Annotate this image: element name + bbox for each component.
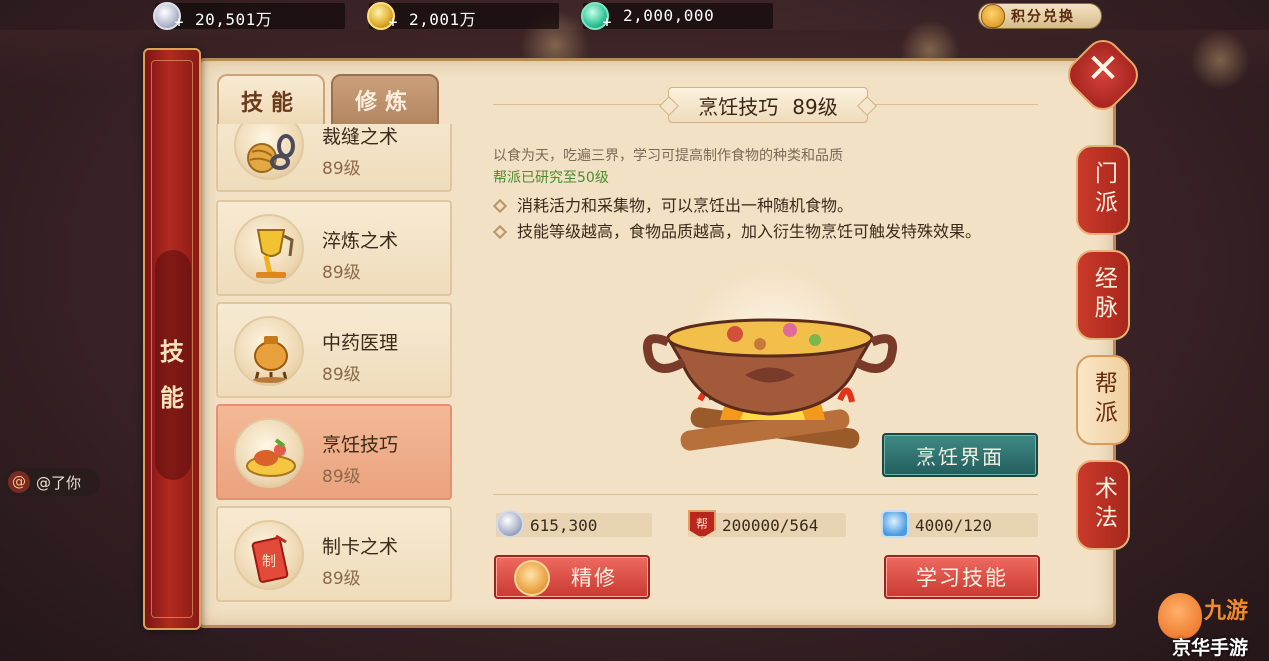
tab-cultivation[interactable]: 修炼 bbox=[331, 74, 439, 126]
title-rule-right bbox=[873, 104, 1038, 105]
skill-name: 淬炼之术 bbox=[322, 230, 399, 252]
currency-silver: + 20,501万 bbox=[153, 2, 345, 30]
cooking-pot-icon bbox=[642, 318, 898, 451]
side-tab-guild[interactable]: 帮派 bbox=[1076, 355, 1130, 445]
watermark-brand: 京华手游 bbox=[1172, 637, 1249, 659]
banner-label: 技 能 bbox=[145, 340, 199, 432]
cost-divider bbox=[493, 494, 1038, 495]
guild-research-note: 帮派已研究至50级 bbox=[493, 170, 609, 186]
skill-item-medicine[interactable]: 中药医理 89级 bbox=[216, 302, 452, 398]
svg-text:制: 制 bbox=[262, 554, 276, 570]
side-tab-label: 术法 bbox=[1090, 476, 1117, 534]
skill-item-card-making[interactable]: 制 制卡之术 89级 bbox=[216, 506, 452, 602]
currency-jade: + 2,000,000 bbox=[581, 2, 773, 30]
learn-skill-button[interactable]: 学习技能 bbox=[884, 555, 1040, 599]
diamond-bullet-icon bbox=[492, 224, 508, 240]
cost-silver-value: 615,300 bbox=[530, 515, 598, 535]
cost-guild-value: 200000/564 bbox=[722, 515, 819, 535]
cost-silver: 615,300 bbox=[496, 510, 652, 538]
refine-label: 精修 bbox=[571, 566, 617, 590]
background-lantern bbox=[1190, 30, 1250, 90]
add-silver-icon[interactable]: + bbox=[174, 15, 184, 29]
skill-title-level: 89级 bbox=[792, 94, 838, 119]
skill-level: 89级 bbox=[322, 159, 361, 179]
close-icon: ✕ bbox=[1086, 46, 1120, 92]
money-bag-icon bbox=[981, 4, 1005, 28]
skill-level: 89级 bbox=[322, 263, 361, 283]
add-gold-icon[interactable]: + bbox=[388, 15, 398, 29]
refine-icon bbox=[514, 560, 550, 596]
title-rule-left bbox=[493, 104, 663, 105]
energy-drop-icon bbox=[881, 510, 909, 538]
banner-label-char: 技 bbox=[160, 337, 184, 366]
banner-label-char: 能 bbox=[160, 383, 184, 412]
close-button[interactable]: ✕ bbox=[1060, 32, 1146, 118]
guild-badge-icon: 帮 bbox=[688, 510, 716, 538]
watermark-logo-text: 九游 bbox=[1204, 599, 1249, 624]
watermark: 九游 京华手游 bbox=[1158, 593, 1268, 659]
skill-title-plaque: 烹饪技巧 89级 bbox=[668, 87, 868, 123]
silver-coin-icon bbox=[496, 510, 524, 538]
skill-name: 烹饪技巧 bbox=[322, 434, 399, 456]
skill-name: 中药医理 bbox=[322, 332, 399, 354]
skill-bullet: 消耗活力和采集物，可以烹饪出一种随机食物。 bbox=[492, 194, 1038, 218]
skill-item-tailoring[interactable]: 裁缝之术 89级 bbox=[216, 124, 452, 192]
side-tab-arts[interactable]: 术法 bbox=[1076, 460, 1130, 550]
card-making-icon: 制 bbox=[234, 520, 304, 590]
points-exchange-button[interactable]: 积分兑换 bbox=[978, 3, 1102, 29]
side-tab-label: 经脉 bbox=[1090, 266, 1117, 324]
silver-amount: 20,501万 bbox=[195, 10, 273, 29]
chat-mention-bubble[interactable]: @ @了你 bbox=[4, 468, 100, 496]
cooking-interface-button[interactable]: 烹饪界面 bbox=[882, 433, 1038, 477]
skill-level: 89级 bbox=[322, 365, 361, 385]
jade-amount: 2,000,000 bbox=[623, 6, 715, 25]
cost-guild-contribution: 帮 200000/564 bbox=[688, 510, 846, 538]
skill-level: 89级 bbox=[322, 467, 361, 487]
medicine-icon bbox=[234, 316, 304, 386]
diamond-bullet-icon bbox=[492, 198, 508, 214]
side-tab-sect[interactable]: 门派 bbox=[1076, 145, 1130, 235]
skill-item-cooking[interactable]: 烹饪技巧 89级 bbox=[216, 404, 452, 500]
add-jade-icon[interactable]: + bbox=[602, 15, 612, 29]
cost-energy: 4000/120 bbox=[881, 510, 1038, 538]
cooking-pot-illustration bbox=[640, 250, 900, 460]
cost-energy-value: 4000/120 bbox=[915, 515, 993, 535]
skill-bullet: 技能等级越高，食物品质越高，加入衍生物烹饪可触发特殊效果。 bbox=[492, 220, 1038, 244]
skill-description: 以食为天，吃遍三界，学习可提高制作食物的种类和品质 bbox=[493, 148, 843, 164]
gold-amount: 2,001万 bbox=[409, 10, 477, 29]
points-exchange-label: 积分兑换 bbox=[1011, 9, 1075, 25]
at-icon: @ bbox=[8, 471, 30, 493]
currency-gold: + 2,001万 bbox=[367, 2, 559, 30]
skill-level: 89级 bbox=[322, 569, 361, 589]
refining-icon bbox=[234, 214, 304, 284]
refine-button[interactable]: 精修 bbox=[494, 555, 650, 599]
tailoring-icon bbox=[234, 124, 304, 180]
skill-name: 裁缝之术 bbox=[322, 126, 399, 148]
skill-item-refining[interactable]: 淬炼之术 89级 bbox=[216, 200, 452, 296]
skill-bullet-text: 消耗活力和采集物，可以烹饪出一种随机食物。 bbox=[517, 196, 854, 215]
skill-bullet-text: 技能等级越高，食物品质越高，加入衍生物烹饪可触发特殊效果。 bbox=[517, 222, 982, 241]
skill-list[interactable]: 裁缝之术 89级 淬炼之术 89级 中药医理 89级 烹饪技巧 89级 制 制卡… bbox=[214, 124, 455, 604]
skill-name: 制卡之术 bbox=[322, 536, 399, 558]
side-tab-meridian[interactable]: 经脉 bbox=[1076, 250, 1130, 340]
side-tab-label: 门派 bbox=[1090, 161, 1117, 219]
skill-title: 烹饪技巧 bbox=[698, 94, 779, 119]
side-tab-label: 帮派 bbox=[1090, 371, 1117, 429]
chat-mention-text: @了你 bbox=[36, 473, 82, 492]
left-banner: 技 能 bbox=[143, 48, 201, 630]
cooking-icon bbox=[234, 418, 304, 488]
tab-skills[interactable]: 技能 bbox=[217, 74, 325, 126]
